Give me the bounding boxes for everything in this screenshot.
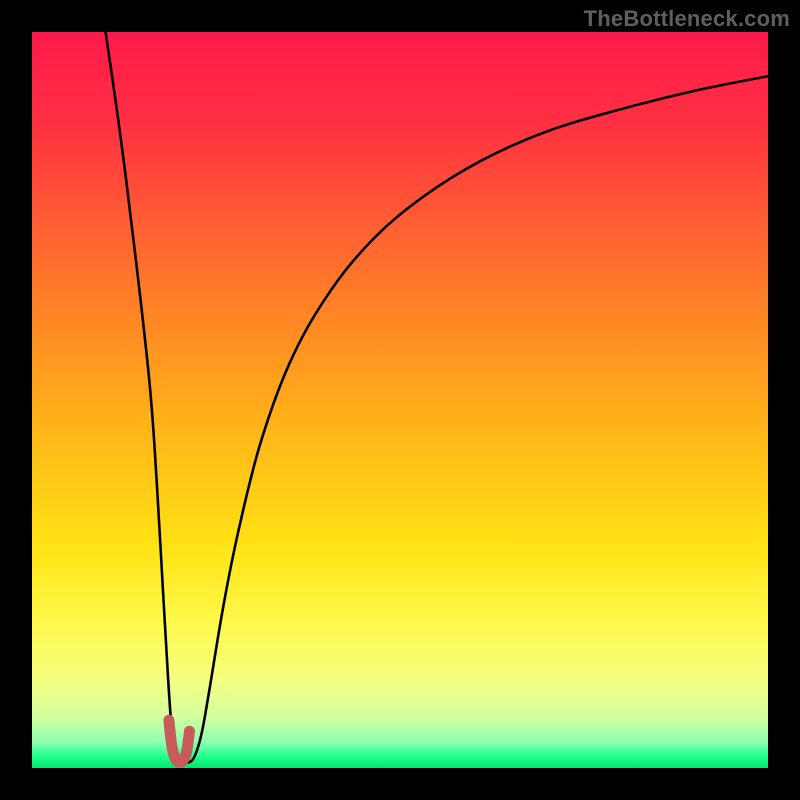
plot-area bbox=[32, 32, 768, 768]
chart-frame: TheBottleneck.com bbox=[0, 0, 800, 800]
bottleneck-curve bbox=[106, 32, 768, 763]
curve-layer bbox=[32, 32, 768, 768]
optimal-marker bbox=[169, 720, 190, 762]
watermark-text: TheBottleneck.com bbox=[584, 6, 790, 32]
